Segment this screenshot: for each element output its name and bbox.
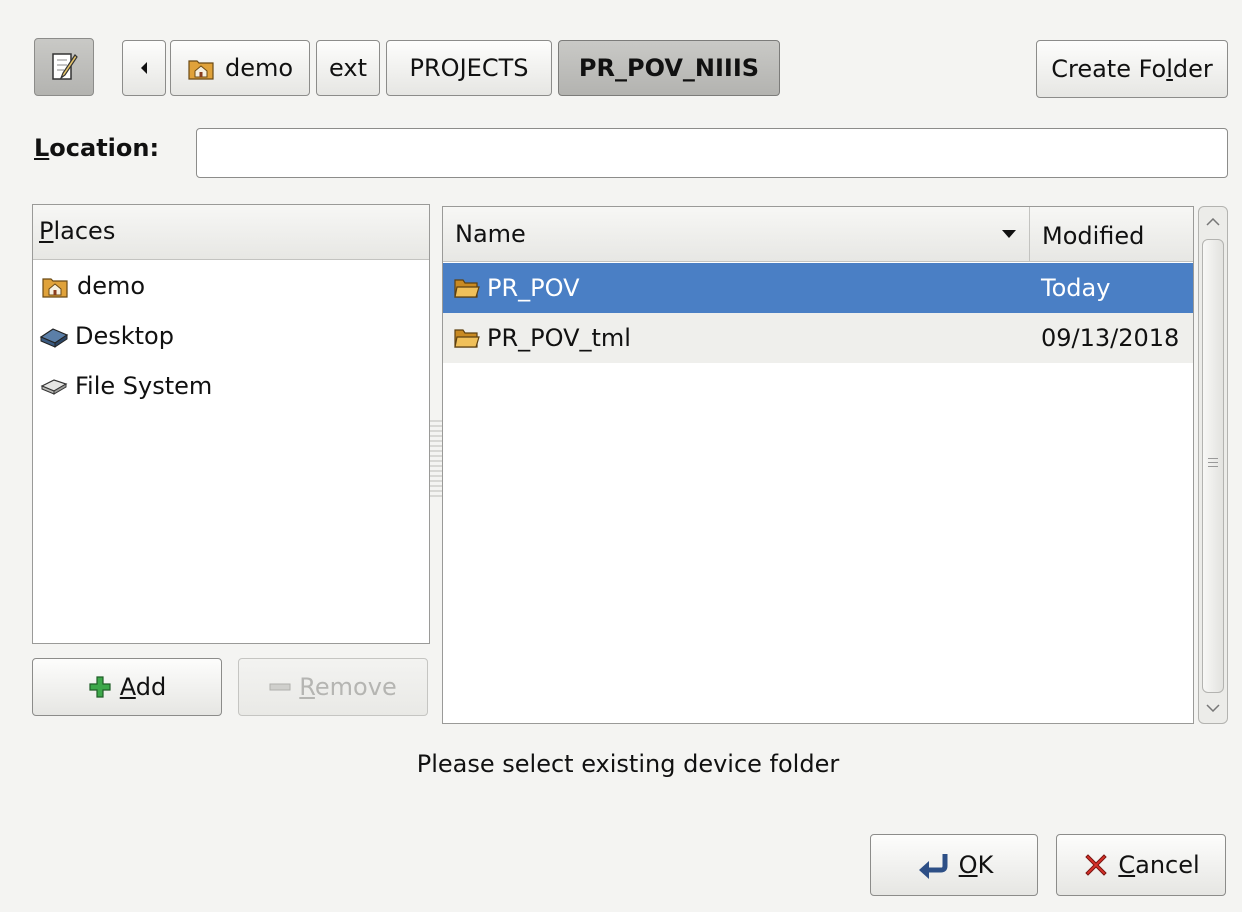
files-scrollbar[interactable] bbox=[1198, 206, 1228, 724]
sort-descending-icon bbox=[1002, 230, 1016, 238]
ok-label: OK bbox=[958, 851, 994, 879]
path-button-ext-label: ext bbox=[329, 54, 367, 82]
home-folder-icon bbox=[188, 60, 214, 80]
location-input[interactable] bbox=[196, 128, 1228, 178]
column-header-modified[interactable]: Modified bbox=[1030, 207, 1193, 261]
scroll-down-button[interactable] bbox=[1201, 695, 1225, 721]
file-modified: Today bbox=[1041, 274, 1111, 302]
places-item-file-system[interactable]: File System bbox=[33, 361, 429, 411]
minus-icon bbox=[269, 683, 291, 691]
edit-location-toggle-button[interactable] bbox=[34, 38, 94, 96]
path-button-projects[interactable]: PROJECTS bbox=[386, 40, 552, 96]
path-button-ext[interactable]: ext bbox=[316, 40, 380, 96]
path-button-demo-label: demo bbox=[224, 54, 294, 82]
places-header[interactable]: Places bbox=[33, 205, 429, 260]
path-back-button[interactable] bbox=[122, 40, 166, 96]
folder-icon bbox=[454, 329, 480, 348]
places-item-demo[interactable]: demo bbox=[33, 261, 429, 311]
arrow-up-icon bbox=[1206, 218, 1220, 226]
create-folder-button[interactable]: Create Folder bbox=[1036, 40, 1228, 98]
column-name-label: Name bbox=[455, 220, 526, 248]
add-bookmark-button[interactable]: Add bbox=[32, 658, 222, 716]
scroll-grip-icon bbox=[1208, 458, 1218, 468]
ok-button[interactable]: OK bbox=[870, 834, 1038, 896]
folder-icon bbox=[454, 279, 480, 298]
cancel-label: Cancel bbox=[1118, 851, 1200, 879]
file-modified: 09/13/2018 bbox=[1041, 324, 1180, 352]
plus-icon bbox=[89, 676, 111, 698]
path-button-pr-pov-niiis-label: PR_POV_NIIIS bbox=[578, 54, 760, 82]
pencil-paper-icon bbox=[52, 53, 78, 80]
remove-bookmark-button[interactable]: Remove bbox=[238, 658, 428, 716]
places-item-label: Desktop bbox=[75, 322, 174, 350]
drive-icon bbox=[40, 379, 68, 395]
location-label: Location: bbox=[34, 134, 160, 162]
remove-label: Remove bbox=[299, 673, 397, 701]
places-item-label: demo bbox=[77, 272, 146, 300]
close-icon bbox=[1085, 854, 1108, 876]
add-label: Add bbox=[119, 673, 167, 701]
cancel-button[interactable]: Cancel bbox=[1056, 834, 1226, 896]
places-panel: Places demo Desktop File System bbox=[32, 204, 430, 644]
places-item-desktop[interactable]: Desktop bbox=[33, 311, 429, 361]
scroll-up-button[interactable] bbox=[1201, 209, 1225, 235]
places-item-label: File System bbox=[75, 372, 213, 400]
status-message: Please select existing device folder bbox=[416, 750, 840, 778]
return-arrow-icon bbox=[918, 854, 948, 879]
home-folder-icon bbox=[42, 278, 68, 298]
scroll-thumb[interactable] bbox=[1202, 239, 1224, 693]
file-name: PR_POV_tml bbox=[487, 324, 631, 352]
path-button-demo[interactable]: demo bbox=[170, 40, 310, 96]
places-header-label: Places bbox=[39, 217, 116, 245]
file-name: PR_POV bbox=[487, 274, 580, 302]
file-row-pr-pov[interactable]: PR_POV Today bbox=[443, 263, 1193, 313]
desktop-icon bbox=[39, 328, 69, 348]
files-header: Name Modified bbox=[443, 207, 1193, 262]
arrow-left-icon bbox=[141, 62, 147, 74]
files-panel: Name Modified PR_POV Today PR_POV_tml 09… bbox=[442, 206, 1194, 724]
path-button-pr-pov-niiis[interactable]: PR_POV_NIIIS bbox=[558, 40, 780, 96]
arrow-down-icon bbox=[1206, 704, 1220, 712]
pane-splitter[interactable] bbox=[430, 420, 442, 500]
path-button-projects-label: PROJECTS bbox=[409, 54, 529, 82]
create-folder-label: Create Folder bbox=[1051, 55, 1213, 83]
file-row-pr-pov-tml[interactable]: PR_POV_tml 09/13/2018 bbox=[443, 313, 1193, 363]
column-header-name[interactable]: Name bbox=[443, 207, 1030, 261]
column-modified-label: Modified bbox=[1042, 222, 1145, 250]
